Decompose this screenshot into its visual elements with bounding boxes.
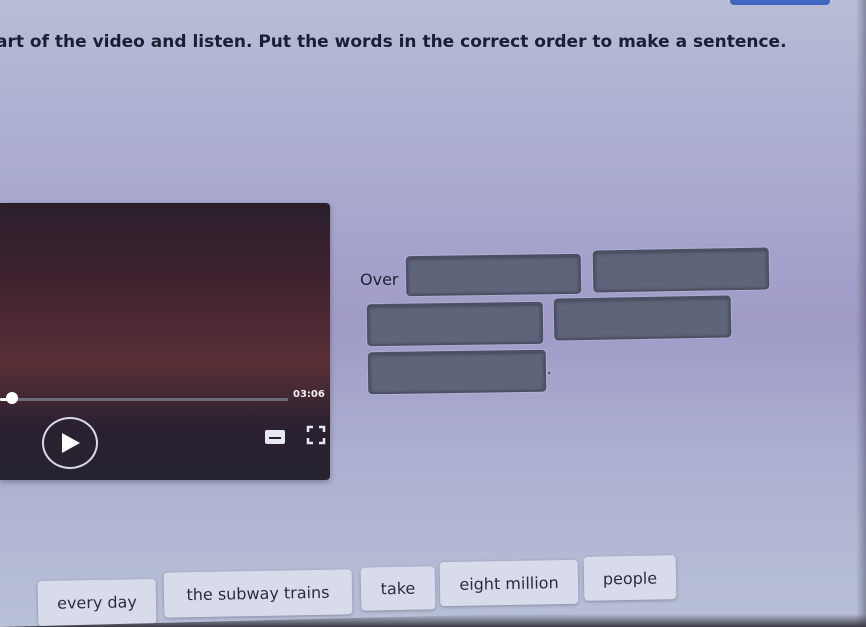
play-button[interactable]	[42, 417, 98, 469]
captions-button[interactable]	[264, 429, 286, 445]
fullscreen-icon	[306, 425, 326, 445]
word-chip-take[interactable]: take	[360, 566, 436, 611]
top-accent-bar	[730, 0, 830, 5]
word-chip-every-day[interactable]: every day	[37, 578, 157, 627]
play-icon	[62, 433, 80, 453]
instruction-text: art of the video and listen. Put the wor…	[0, 32, 787, 52]
video-player[interactable]: 03:06	[0, 203, 330, 480]
word-chip-people[interactable]: people	[583, 555, 677, 601]
closed-captions-icon	[265, 430, 285, 444]
video-time-label: 03:06	[293, 389, 325, 400]
video-progress-thumb[interactable]	[5, 392, 18, 404]
answer-slot-4[interactable]	[553, 295, 732, 341]
answer-slot-1[interactable]	[405, 253, 582, 297]
word-chip-the-subway-trains[interactable]: the subway trains	[163, 569, 353, 618]
answer-slot-2[interactable]	[592, 247, 770, 293]
video-progress-bar[interactable]	[0, 398, 288, 401]
fullscreen-button[interactable]	[306, 425, 326, 445]
word-chip-eight-million[interactable]: eight million	[439, 559, 579, 607]
sentence-period: .	[547, 362, 552, 378]
screen-edge-shadow	[856, 0, 866, 627]
answer-slot-5[interactable]	[367, 349, 547, 395]
sentence-start-word: Over	[360, 270, 399, 289]
answer-slot-3[interactable]	[366, 301, 544, 347]
